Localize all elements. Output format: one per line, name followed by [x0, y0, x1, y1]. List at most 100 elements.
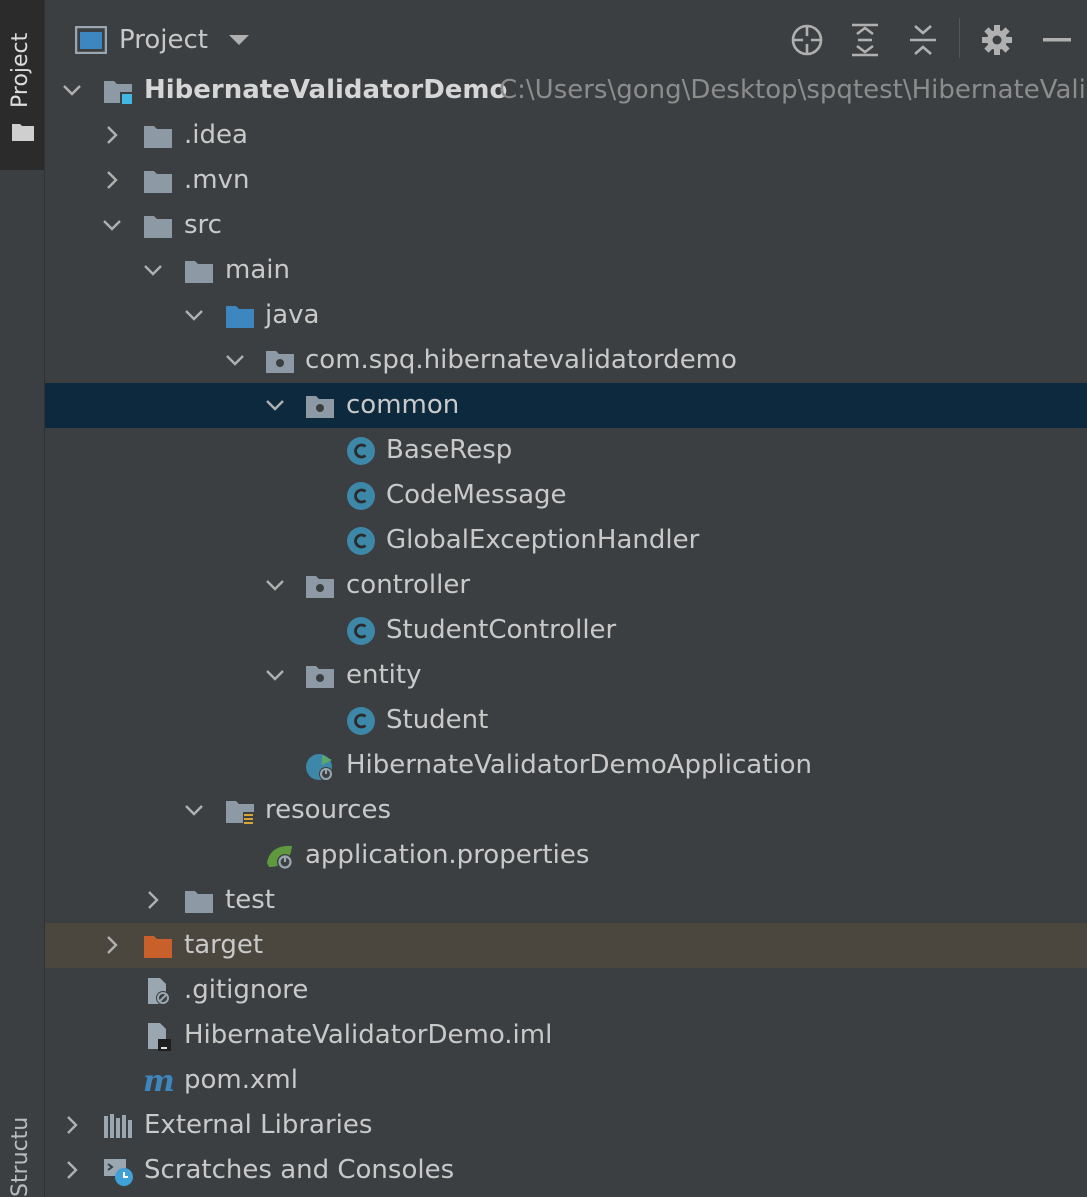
tree-label: HibernateValidatorDemo.iml — [184, 1020, 553, 1050]
chevron-right-icon[interactable] — [101, 934, 123, 956]
structure-tool-tab[interactable]: Structure — [6, 1117, 36, 1197]
settings-button[interactable] — [977, 20, 1017, 60]
collapse-all-button[interactable] — [903, 20, 943, 60]
tree-row-baseresp[interactable]: BaseResp — [45, 428, 1087, 473]
left-tool-strip: Project Structure — [0, 0, 45, 1197]
tree-label: resources — [265, 795, 392, 825]
select-opened-file-button[interactable] — [787, 20, 827, 60]
project-tool-tab-label: Project — [8, 32, 33, 108]
tree-row-external-libraries[interactable]: External Libraries — [45, 1103, 1087, 1148]
tree-label: target — [184, 930, 264, 960]
tree-row-globalexceptionhandler[interactable]: GlobalExceptionHandler — [45, 518, 1087, 563]
tree-row-studentcontroller[interactable]: StudentController — [45, 608, 1087, 653]
tree-row-codemessage[interactable]: CodeMessage — [45, 473, 1087, 518]
folder-icon — [184, 886, 214, 916]
tree-row-student[interactable]: Student — [45, 698, 1087, 743]
tree-label: .idea — [184, 120, 248, 150]
tree-label: pom.xml — [184, 1065, 298, 1095]
chevron-down-icon[interactable] — [264, 394, 286, 416]
tree-label: HibernateValidatorDemo — [144, 75, 508, 105]
tree-label: common — [346, 390, 460, 420]
tree-row-common[interactable]: common — [45, 383, 1087, 428]
minimize-icon — [1043, 38, 1071, 42]
chevron-down-icon[interactable] — [264, 574, 286, 596]
class-icon — [346, 436, 376, 466]
project-tool-window: Project Structure Project HibernateValid… — [0, 0, 1087, 1197]
project-view-icon — [75, 26, 107, 54]
chevron-down-icon[interactable] — [224, 349, 246, 371]
tree-label: Student — [386, 705, 489, 735]
resources-folder-icon — [225, 796, 255, 826]
tree-row-idea[interactable]: .idea — [45, 113, 1087, 158]
chevron-right-icon[interactable] — [61, 1159, 83, 1181]
tree-label: controller — [346, 570, 471, 600]
folder-icon — [184, 256, 214, 286]
chevron-down-icon[interactable] — [101, 214, 123, 236]
tree-row-main[interactable]: main — [45, 248, 1087, 293]
tree-row-resources[interactable]: resources — [45, 788, 1087, 833]
chevron-down-icon[interactable] — [183, 799, 205, 821]
project-tool-tab[interactable]: Project — [0, 0, 44, 170]
tree-label: StudentController — [386, 615, 617, 645]
folder-icon — [143, 121, 173, 151]
tree-label: com.spq.hibernatevalidatordemo — [305, 345, 737, 375]
folder-icon — [143, 211, 173, 241]
tree-row-package[interactable]: com.spq.hibernatevalidatordemo — [45, 338, 1087, 383]
package-icon — [305, 391, 335, 421]
chevron-right-icon[interactable] — [142, 889, 164, 911]
ignore-file-icon — [143, 976, 173, 1006]
class-icon — [346, 706, 376, 736]
tree-label: main — [225, 255, 290, 285]
chevron-down-icon[interactable] — [264, 664, 286, 686]
collapse-all-icon — [910, 25, 936, 55]
tree-row-pom[interactable]: pom.xml — [45, 1058, 1087, 1103]
tree-row-scratches[interactable]: Scratches and Consoles — [45, 1148, 1087, 1193]
tree-label: application.properties — [305, 840, 590, 870]
chevron-right-icon[interactable] — [101, 169, 123, 191]
module-icon — [103, 76, 133, 106]
crosshair-icon — [791, 24, 823, 56]
tree-label: BaseResp — [386, 435, 513, 465]
tree-row-src[interactable]: src — [45, 203, 1087, 248]
class-icon — [346, 526, 376, 556]
module-file-icon — [143, 1021, 173, 1051]
chevron-down-icon[interactable] — [142, 259, 164, 281]
scratches-icon — [103, 1156, 133, 1186]
excluded-folder-icon — [143, 931, 173, 961]
folder-icon — [143, 166, 173, 196]
tree-row-root[interactable]: HibernateValidatorDemo C:\Users\gong\Des… — [45, 68, 1087, 113]
tree-row-java[interactable]: java — [45, 293, 1087, 338]
tree-row-entity[interactable]: entity — [45, 653, 1087, 698]
source-folder-icon — [225, 301, 255, 331]
tree-label: test — [225, 885, 275, 915]
spring-boot-class-icon — [305, 751, 335, 781]
chevron-down-icon[interactable] — [61, 79, 83, 101]
tree-row-application-class[interactable]: HibernateValidatorDemoApplication — [45, 743, 1087, 788]
tree-row-mvn[interactable]: .mvn — [45, 158, 1087, 203]
maven-icon — [143, 1066, 173, 1096]
project-tree: HibernateValidatorDemo C:\Users\gong\Des… — [45, 68, 1087, 1193]
tree-row-test[interactable]: test — [45, 878, 1087, 923]
tree-row-gitignore[interactable]: .gitignore — [45, 968, 1087, 1013]
tree-label: .gitignore — [184, 975, 309, 1005]
expand-all-button[interactable] — [845, 20, 885, 60]
tree-row-iml[interactable]: HibernateValidatorDemo.iml — [45, 1013, 1087, 1058]
tree-row-target[interactable]: target — [45, 923, 1087, 968]
tree-label: java — [265, 300, 320, 330]
tree-row-controller[interactable]: controller — [45, 563, 1087, 608]
tree-row-application-properties[interactable]: application.properties — [45, 833, 1087, 878]
chevron-right-icon[interactable] — [101, 124, 123, 146]
chevron-down-icon[interactable] — [183, 304, 205, 326]
class-icon — [346, 616, 376, 646]
hide-button[interactable] — [1037, 20, 1077, 60]
package-icon — [305, 571, 335, 601]
view-title: Project — [119, 25, 208, 55]
tree-label: External Libraries — [144, 1110, 373, 1140]
package-icon — [265, 346, 295, 376]
chevron-right-icon[interactable] — [61, 1114, 83, 1136]
tree-label: HibernateValidatorDemoApplication — [346, 750, 813, 780]
tree-label: GlobalExceptionHandler — [386, 525, 700, 555]
view-selector[interactable]: Project — [75, 20, 250, 60]
gear-icon — [982, 25, 1012, 55]
header-separator — [959, 18, 960, 58]
